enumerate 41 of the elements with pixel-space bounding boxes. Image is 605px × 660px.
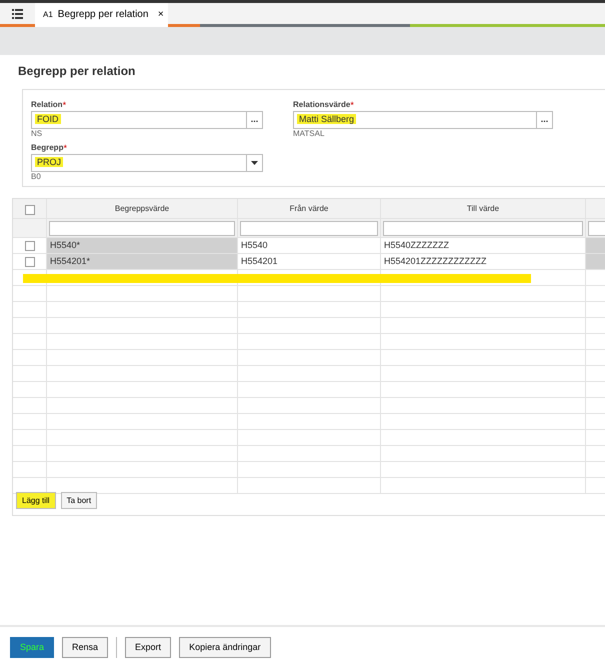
table-cell: H554201	[238, 254, 381, 269]
field-hint: MATSAL	[293, 128, 326, 140]
table-cell: H5540*	[47, 238, 238, 253]
input-field[interactable]: FOID ...	[31, 110, 263, 129]
required-marker: *	[63, 142, 67, 154]
field-label: Begrepp	[31, 142, 64, 154]
input-field[interactable]: Matti Sällberg ...	[293, 110, 553, 129]
required-marker: *	[62, 100, 66, 111]
close-icon[interactable]: ×	[158, 9, 164, 21]
filter-field[interactable]	[383, 221, 583, 236]
tab[interactable]: A1 Begrepp per relation ×	[35, 3, 168, 27]
table-cell: H5540	[238, 238, 381, 253]
tab-label: Begrepp per relation	[58, 9, 148, 21]
checkbox[interactable]	[24, 241, 34, 251]
field-value: FOID	[35, 114, 60, 124]
required-marker: *	[350, 100, 354, 111]
menu-icon[interactable]	[12, 8, 23, 18]
filter-field[interactable]	[240, 221, 378, 236]
field-hint: NS	[31, 128, 44, 140]
field-label: Relation	[31, 100, 63, 111]
footer-button[interactable]: Spara	[10, 637, 54, 658]
footer-button[interactable]: Kopiera ändringar	[179, 637, 271, 658]
checkbox[interactable]	[24, 257, 34, 267]
dropdown-field[interactable]: PROJ	[31, 154, 263, 172]
tab-code-label: A1	[43, 10, 53, 20]
table-cell: H554201*	[47, 254, 238, 269]
field-hint: B0	[31, 172, 42, 183]
column-header[interactable]: Begreppsvärde	[47, 199, 238, 218]
column-header[interactable]: Från värde	[238, 199, 381, 218]
footer-button[interactable]: Export	[125, 637, 172, 658]
page-title: Begrepp per relation	[17, 63, 136, 80]
grid-button[interactable]: Ta bort	[60, 492, 98, 509]
column-header[interactable]: Till värde	[381, 199, 586, 218]
checkbox[interactable]	[24, 205, 34, 215]
field-label: Relationsvärde	[293, 100, 350, 111]
footer-button[interactable]: Rensa	[62, 637, 108, 658]
field-value: Matti Sällberg	[297, 114, 356, 124]
grid-button[interactable]: Lägg till	[16, 492, 56, 509]
field-value: PROJ	[35, 156, 64, 167]
filter-field[interactable]	[49, 221, 235, 236]
caret-icon	[251, 160, 258, 165]
